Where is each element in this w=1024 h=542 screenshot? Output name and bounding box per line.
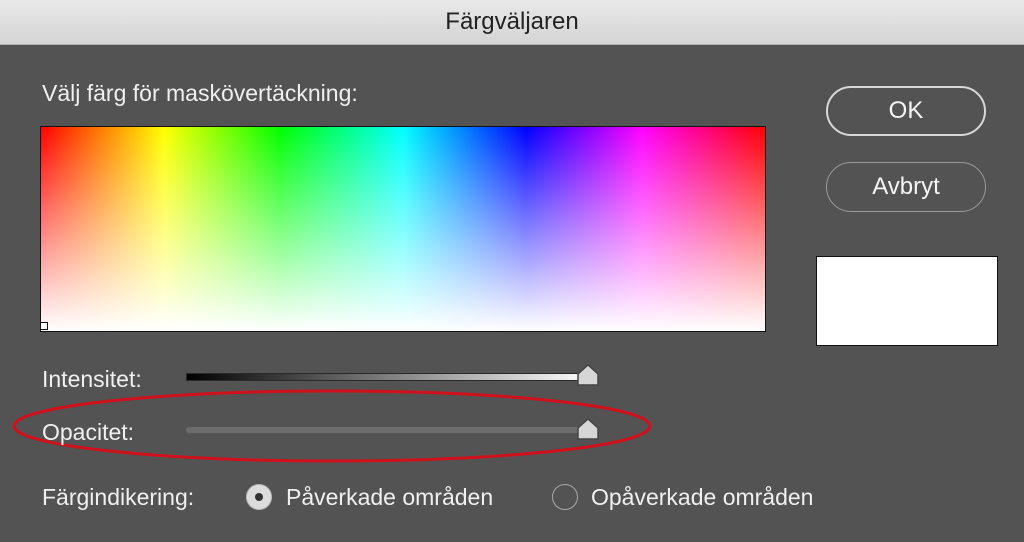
opacity-slider-track[interactable] [186, 427, 590, 433]
spectrum-cursor[interactable] [40, 322, 48, 330]
color-picker-dialog: Färgväljaren Välj färg för maskövertäckn… [0, 0, 1024, 542]
cancel-button[interactable]: Avbryt [826, 162, 986, 212]
radio-unaffected-areas[interactable] [552, 484, 578, 510]
window-title: Färgväljaren [0, 0, 1024, 45]
intensity-slider-track[interactable] [186, 373, 592, 381]
radio-unaffected-areas-label[interactable]: Opåverkade områden [591, 484, 813, 511]
ok-button[interactable]: OK [826, 86, 986, 136]
picker-prompt-label: Välj färg för maskövertäckning: [42, 80, 358, 106]
radio-affected-areas[interactable] [246, 484, 272, 510]
radio-affected-areas-label[interactable]: Påverkade områden [286, 484, 493, 511]
slider-thumb-icon [577, 418, 599, 440]
color-indication-label: Färgindikering: [42, 484, 195, 510]
intensity-slider-thumb[interactable] [576, 364, 600, 386]
opacity-slider-thumb[interactable] [576, 418, 600, 440]
opacity-label: Opacitet: [42, 419, 135, 445]
color-spectrum-field[interactable] [40, 126, 766, 332]
selected-color-swatch [816, 256, 998, 346]
radio-selected-dot [255, 493, 263, 501]
slider-thumb-icon [577, 364, 599, 386]
